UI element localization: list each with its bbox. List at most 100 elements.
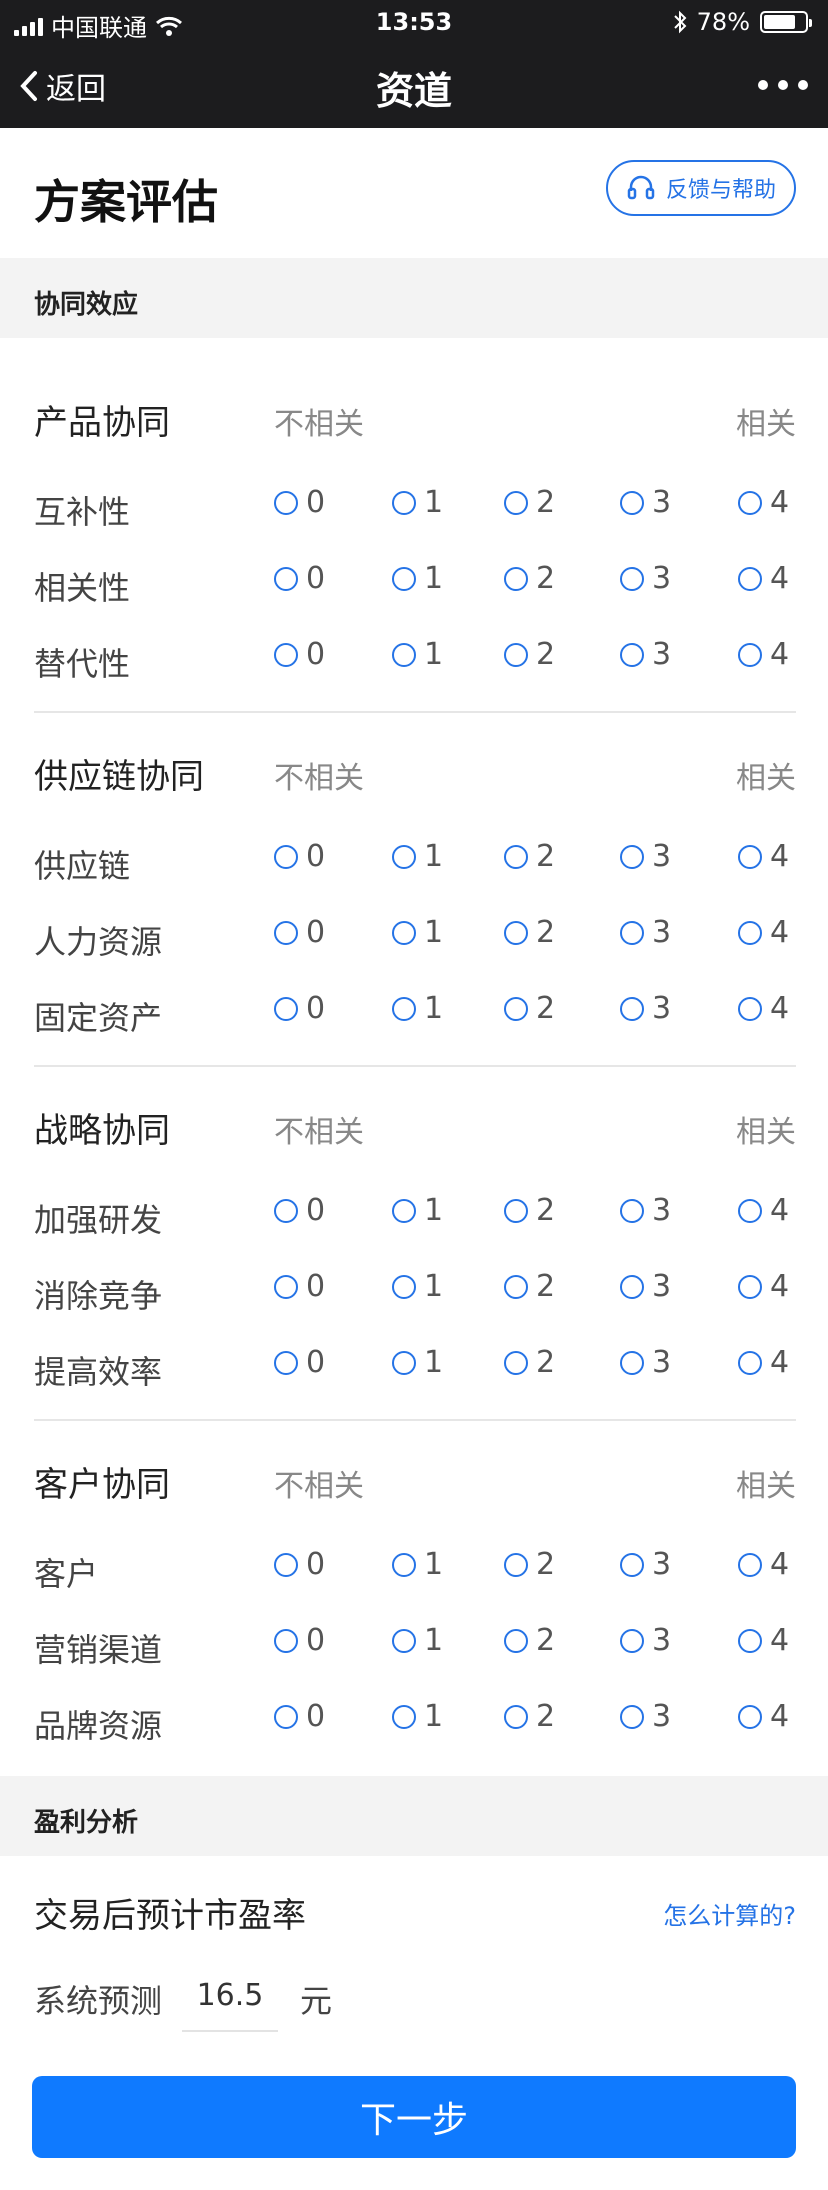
rating-option[interactable]: 3 [620,915,671,950]
rating-option[interactable]: 0 [274,1193,325,1228]
rating-option[interactable]: 4 [738,1547,789,1582]
rating-option-label: 3 [652,1547,672,1582]
rating-option[interactable]: 0 [274,637,325,672]
next-step-button[interactable]: 下一步 [32,2076,796,2158]
rating-row: 人力资源 0 1 2 3 4 [34,909,796,985]
rating-option[interactable]: 4 [738,1623,789,1658]
radio-icon [392,1198,416,1223]
rating-option[interactable]: 2 [504,1345,555,1380]
rating-option[interactable]: 3 [620,839,671,874]
rating-option-label: 4 [770,485,790,520]
rating-option[interactable]: 1 [392,1269,443,1304]
section-synergy: 协同效应 [0,258,828,338]
radio-icon [738,844,762,869]
rating-option[interactable]: 4 [738,1345,789,1380]
rating-option[interactable]: 0 [274,1345,325,1380]
rating-option[interactable]: 1 [392,485,443,520]
rating-option[interactable]: 4 [738,1699,789,1734]
rating-option-label: 3 [652,915,672,950]
more-menu-button[interactable] [758,70,808,100]
rating-option[interactable]: 2 [504,1623,555,1658]
rating-option-label: 3 [652,1699,672,1734]
rating-row: 加强研发 0 1 2 3 4 [34,1187,796,1263]
rating-option[interactable]: 1 [392,637,443,672]
rating-option[interactable]: 2 [504,915,555,950]
rating-option[interactable]: 1 [392,1345,443,1380]
rating-option[interactable]: 0 [274,915,325,950]
scale-low-label: 不相关 [274,1115,364,1150]
rating-option[interactable]: 2 [504,485,555,520]
rating-option[interactable]: 2 [504,1193,555,1228]
rating-option[interactable]: 2 [504,839,555,874]
rating-option-label: 3 [652,1193,672,1228]
rating-option[interactable]: 4 [738,637,789,672]
rating-option[interactable]: 4 [738,991,789,1026]
predict-value-input[interactable] [182,1960,278,2032]
rating-option[interactable]: 1 [392,561,443,596]
rating-option[interactable]: 0 [274,1547,325,1582]
rating-option-label: 1 [424,1345,444,1380]
rating-option-label: 3 [652,637,672,672]
rating-option[interactable]: 2 [504,1269,555,1304]
rating-option[interactable]: 3 [620,637,671,672]
rating-option-label: 2 [536,1269,556,1304]
rating-option[interactable]: 3 [620,1623,671,1658]
rating-option[interactable]: 2 [504,991,555,1026]
rating-option[interactable]: 0 [274,839,325,874]
rating-row-label: 互补性 [34,493,131,531]
rating-option[interactable]: 3 [620,1547,671,1582]
rating-option[interactable]: 0 [274,485,325,520]
rating-option-label: 2 [536,1547,556,1582]
rating-option[interactable]: 4 [738,915,789,950]
feedback-help-button[interactable]: 反馈与帮助 [605,160,796,216]
scale-low-label: 不相关 [274,761,364,796]
rating-option[interactable]: 4 [738,485,789,520]
radio-icon [392,1628,416,1653]
radio-icon [504,844,528,869]
rating-option-label: 1 [424,485,444,520]
page-title: 方案评估 [34,175,218,229]
rating-option[interactable]: 1 [392,1623,443,1658]
status-bar: 中国联通 13:53 78% [0,0,828,44]
rating-option[interactable]: 1 [392,915,443,950]
radio-icon [620,490,644,515]
rating-option[interactable]: 0 [274,1623,325,1658]
rating-option[interactable]: 1 [392,839,443,874]
rating-option-label: 4 [770,915,790,950]
radio-icon [738,1274,762,1299]
rating-option[interactable]: 3 [620,561,671,596]
rating-option[interactable]: 0 [274,561,325,596]
radio-icon [504,490,528,515]
rating-option-label: 2 [536,1193,556,1228]
radio-icon [620,1628,644,1653]
rating-option[interactable]: 1 [392,991,443,1026]
rating-option[interactable]: 2 [504,1547,555,1582]
rating-option[interactable]: 1 [392,1547,443,1582]
rating-option[interactable]: 4 [738,1193,789,1228]
radio-icon [620,1198,644,1223]
radio-icon [504,642,528,667]
rating-option[interactable]: 3 [620,1345,671,1380]
rating-option[interactable]: 3 [620,485,671,520]
rating-row: 替代性 0 1 2 3 4 [34,631,796,707]
radio-icon [392,920,416,945]
rating-option-label: 0 [306,1699,326,1734]
rating-option[interactable]: 2 [504,561,555,596]
rating-option-label: 4 [770,637,790,672]
help-label: 反馈与帮助 [665,178,776,203]
how-calculated-link[interactable]: 怎么计算的? [663,1896,796,1931]
rating-option[interactable]: 1 [392,1193,443,1228]
rating-option[interactable]: 3 [620,1269,671,1304]
rating-option[interactable]: 0 [274,1269,325,1304]
rating-option[interactable]: 2 [504,1699,555,1734]
rating-option[interactable]: 0 [274,1699,325,1734]
rating-option[interactable]: 3 [620,991,671,1026]
rating-option[interactable]: 4 [738,1269,789,1304]
rating-option[interactable]: 4 [738,839,789,874]
rating-option[interactable]: 3 [620,1699,671,1734]
rating-option[interactable]: 3 [620,1193,671,1228]
rating-option[interactable]: 0 [274,991,325,1026]
rating-option[interactable]: 1 [392,1699,443,1734]
rating-option[interactable]: 2 [504,637,555,672]
rating-option[interactable]: 4 [738,561,789,596]
